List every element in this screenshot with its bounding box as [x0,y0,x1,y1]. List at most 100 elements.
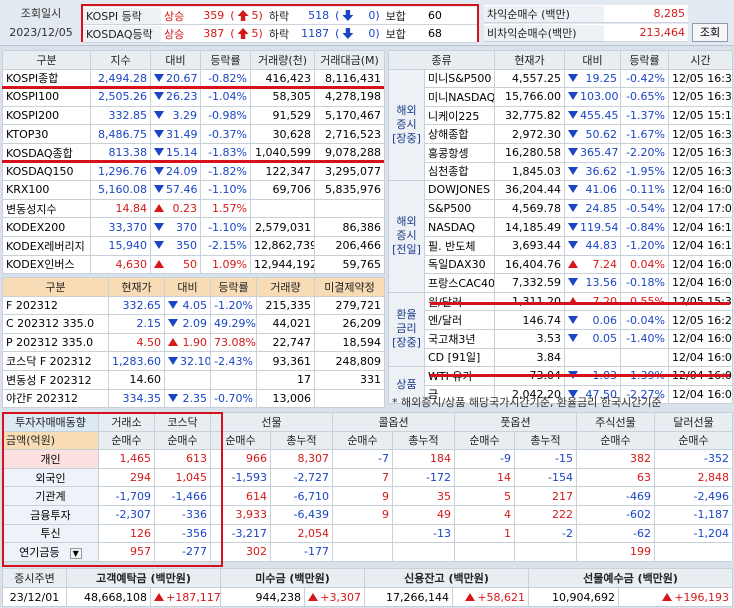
investor-value: 126 [98,523,155,544]
world-price: 3,693.44 [494,235,565,256]
investor-row[interactable]: 투신 126 -356 -3,217 2,054 -13 1 -2 -62 -1,204 [2,523,733,544]
index-value: 5,160.08 [90,180,151,200]
world-item-name: 국고채3년 [424,328,495,349]
world-group-label: 해외증시[장중] [388,68,425,182]
futures-row[interactable]: 야간F 202312 334.35 2.35 -0.70% 13,006 [2,388,385,409]
world-row[interactable]: S&P500 4,569.78 24.85 -0.54% 12/04 17:03 [389,198,733,219]
investor-type[interactable]: 연기금등 ▼ [2,542,99,562]
world-row[interactable]: 니케이225 32,775.82 455.45 -1.37% 12/05 15:15 [389,105,733,126]
index-amount: 4,278,198 [314,87,385,107]
world-time: 12/05 16:30 [668,87,733,107]
world-row[interactable]: 국고채3년 3.53 0.05 -1.40% 12/04 16:00 [389,328,733,349]
world-header: 대비 [564,50,621,70]
index-row[interactable]: KODEX인버스 4,630 50 1.09% 12,944,192 59,765 [2,254,385,275]
world-change: 365.47 [564,142,621,163]
investor-row[interactable]: 연기금등 ▼ 957 -277 302 -177 199 [2,542,733,562]
world-row[interactable]: CD [91일] 3.84 12/04 16:00 [389,347,733,368]
world-time: 12/05 16:30 [668,124,733,144]
col-group-put: 풋옵션 [454,412,577,432]
world-group-label: 환율금리[장중] [388,291,425,368]
query-button[interactable]: 조회 [692,23,728,42]
index-row[interactable]: KOSDAQ150 1,296.76 24.09 -1.82% 122,347 3,295… [2,161,385,182]
world-change: 103.00 [564,87,621,107]
index-rate: -0.98% [200,105,251,126]
dropdown-arrow-icon[interactable]: ▼ [69,547,82,559]
investor-value [332,523,393,544]
world-row[interactable]: 프랑스CAC40 7,332.59 13.56 -0.18% 12/04 16:00 [389,273,733,293]
futures-open-interest: 331 [314,369,385,390]
kosdaq-down-label: 하락 [268,27,290,41]
world-row[interactable]: 미니NASDAQ 15,766.00 103.00 -0.65% 12/05 16:30 [389,87,733,107]
investor-row[interactable]: 기관계 -1,709 -1,466 614 -6,710 9 35 5 217 -469 -2,49… [2,486,733,506]
investor-value [392,542,455,562]
index-row[interactable]: KODEX레버리지 15,940 350 -2.15% 12,862,739 206,46… [2,235,385,256]
down-triangle-icon [568,109,580,122]
world-time: 12/04 16:00 [668,254,733,275]
world-row[interactable]: 해외증시[장중] 미니S&P500 4,557.25 19.25 -0.42% 12/05… [388,68,733,182]
futures-row[interactable]: 코스닥 F 202312 1,283.60 32.10 -2.43% 93,361 248… [2,351,385,371]
world-row[interactable]: 심천종합 1,845.03 36.62 -1.95% 12/05 16:30 [389,161,733,182]
world-item-name: CD [91일] [424,347,495,368]
col-group-stock-futures: 주식선물 [576,412,655,432]
world-row[interactable]: NASDAQ 14,185.49 119.54 -0.84% 12/04 16:15 [389,217,733,237]
investor-value: 199 [576,542,655,562]
futures-row[interactable]: P 202312 335.0 4.50 1.90 73.08% 22,747 18,594 [2,332,385,353]
kosdaq-flat-count: 68 [427,27,442,40]
world-change: 119.54 [564,217,621,237]
world-header: 현재가 [494,50,565,70]
world-time: 12/04 16:00 [668,273,733,293]
world-price: 4,569.78 [494,198,565,219]
world-row[interactable]: 엔/달러 146.74 0.06 -0.04% 12/05 16:29 [389,310,733,330]
investor-value: 8,307 [270,449,333,469]
receivable-value: 944,238 [220,587,305,607]
index-row[interactable]: 변동성지수 14.84 0.23 1.57% [2,198,385,219]
world-price: 3.84 [494,347,565,368]
index-name: KODEX200 [2,217,91,237]
index-row[interactable]: KOSPI100 2,505.26 26.23 -1.04% 58,305 4,278,1… [2,87,385,107]
investor-value: -1,593 [210,467,271,488]
index-row[interactable]: KTOP30 8,486.75 31.49 -0.37% 30,628 2,716,523 [2,124,385,144]
futures-row[interactable]: F 202312 332.65 4.05 -1.20% 215,335 279,721 [2,295,385,316]
down-triangle-icon [568,239,580,252]
futures-header: 거래량 [256,277,315,297]
futures-row[interactable]: C 202312 335.0 2.15 2.09 49.29% 44,021 26,209 [2,314,385,334]
index-row[interactable]: KOSPI종합 2,494.28 20.67 -0.82% 416,423 8,116,4… [2,68,385,89]
futures-change: 32.10 [164,351,211,371]
world-row[interactable]: 필. 반도체 3,693.44 44.83 -1.20% 12/04 16:15 [389,235,733,256]
unit-label: 금액(억원) [2,430,99,451]
summary-bar: 조회일시 2023/12/05 KOSPI 등락 상승 359 (5) 하락 5… [0,0,734,46]
col-group-dollar-futures: 달러선물 [654,412,733,432]
world-row[interactable]: 해외증시[전일] DOWJONES 36,204.44 41.06 -0.11% 12/0… [388,180,733,293]
futures-rate: 49.29% [210,314,257,334]
investor-row[interactable]: 금융투자 -2,307 -336 3,933 -6,439 9 49 4 222 -602 -1,1… [2,504,733,525]
index-volume: 416,423 [250,68,315,89]
futures-name: P 202312 335.0 [2,332,109,353]
world-row[interactable]: 독일DAX30 16,404.76 7.24 0.04% 12/04 16:00 [389,254,733,275]
index-row[interactable]: KODEX200 33,370 370 -1.10% 2,579,031 86,386 [2,217,385,237]
index-rate: -1.82% [200,161,251,182]
futures-row[interactable]: 변동성 F 202312 14.60 17 331 [2,369,385,390]
down-triangle-icon [154,146,166,159]
index-row[interactable]: KOSPI200 332.85 3.29 -0.98% 91,529 5,170,467 [2,105,385,126]
down-triangle-icon [568,332,580,345]
world-row[interactable]: 상해종합 2,972.30 50.62 -1.67% 12/05 16:30 [389,124,733,144]
index-header: 지수 [90,50,151,70]
investor-row[interactable]: 외국인 294 1,045 -1,593 -2,727 7 -172 14 -154 63 2,84… [2,467,733,488]
index-row[interactable]: KRX100 5,160.08 57.46 -1.10% 69,706 5,835,976 [2,180,385,200]
world-row[interactable]: 홍콩항셍 16,280.58 365.47 -2.20% 12/05 16:30 [389,142,733,163]
query-date-label: 조회일시 [20,7,62,20]
investor-row[interactable]: 개인 1,465 613 966 8,307 -7 184 -9 -15 382 -352 [2,449,733,469]
investor-value: 3,933 [210,504,271,525]
index-value: 332.85 [90,105,151,126]
investor-type: 기관계 [2,486,99,506]
down-triangle-icon [168,299,180,312]
investor-subheader: 총누적 [270,430,333,451]
index-amount: 5,835,976 [314,180,385,200]
index-change: 31.49 [150,124,201,144]
investor-value: 1,465 [98,449,155,469]
investor-value: -7 [332,449,393,469]
down-triangle-icon [568,183,580,196]
index-name: KOSPI종합 [2,68,91,89]
index-amount [314,198,385,219]
investor-value: -3,217 [210,523,271,544]
